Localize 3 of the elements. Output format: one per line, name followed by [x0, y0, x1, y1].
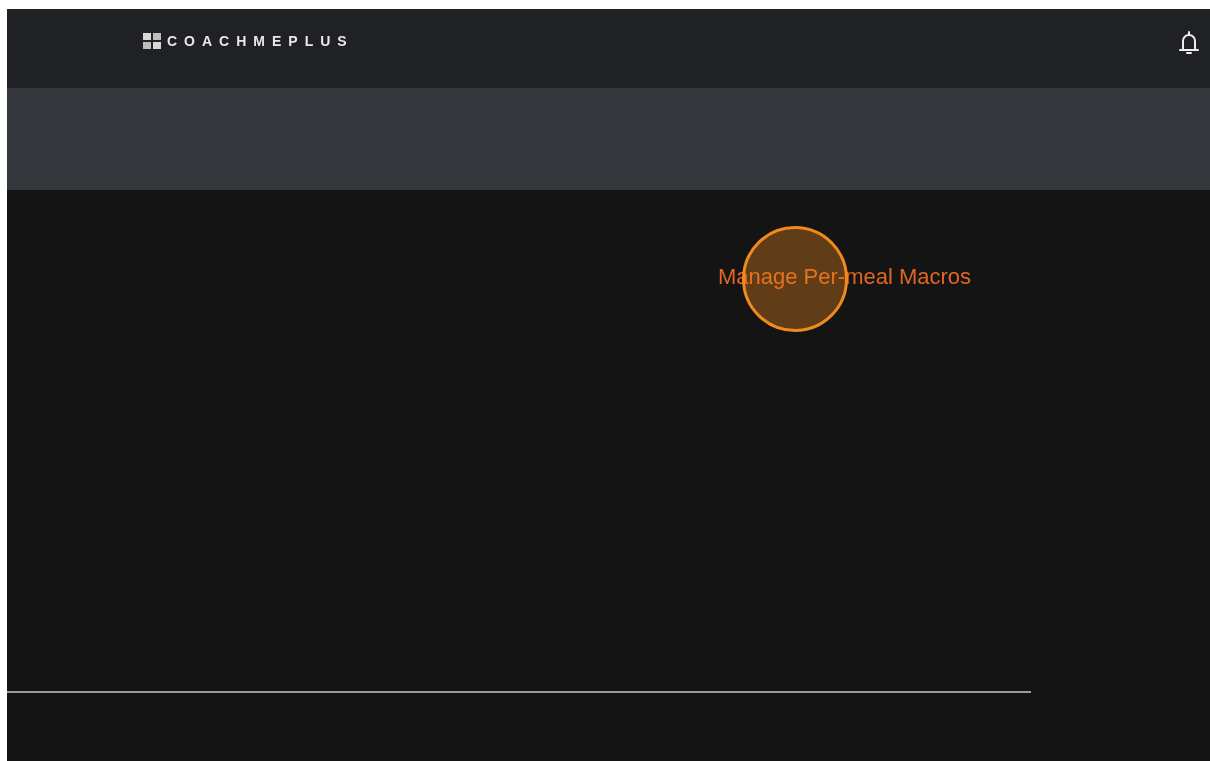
notifications-button[interactable]	[1178, 29, 1200, 56]
logo-icon	[143, 33, 161, 49]
logo-text: COACHMEPLUS	[167, 33, 354, 49]
